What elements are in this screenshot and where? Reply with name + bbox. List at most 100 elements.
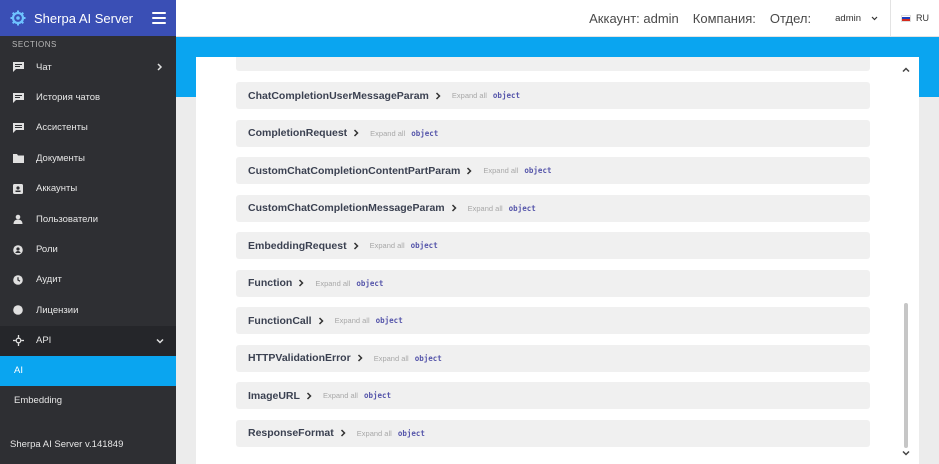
schema-type: object <box>508 203 536 213</box>
schema-row[interactable]: EmbeddingRequest Expand all object <box>236 232 870 259</box>
schema-type: object <box>411 128 439 138</box>
main-content: ChatCompletionUserMessageParam Expand al… <box>176 37 939 464</box>
schema-type: object <box>375 316 403 325</box>
expand-all-link[interactable]: Expand all <box>323 391 358 400</box>
folder-icon <box>12 152 24 164</box>
version-label: Sherpa AI Server v.141849 <box>10 439 124 450</box>
schema-row-partial <box>236 57 870 71</box>
sidebar-subitem-label: Embedding <box>14 395 63 407</box>
schema-name: ResponseFormat <box>248 427 334 439</box>
company-label: Компания: <box>692 10 756 26</box>
schema-type: object <box>524 166 552 175</box>
schema-name: CustomChatCompletionMessageParam <box>248 202 445 214</box>
scrollbar-thumb[interactable] <box>904 303 908 448</box>
chevron-right-icon <box>156 63 164 71</box>
sidebar-item-api[interactable]: API <box>0 325 176 356</box>
expand-all-link[interactable]: Expand all <box>370 241 405 250</box>
assistant-icon <box>12 122 24 134</box>
account-label: Аккаунт: admin <box>589 10 679 26</box>
top-header: Аккаунт: admin Компания: Отдел: admin RU <box>176 0 939 37</box>
chevron-right-icon <box>339 429 347 437</box>
chevron-right-icon <box>450 204 458 212</box>
expand-all-link[interactable]: Expand all <box>468 204 503 213</box>
language-selector[interactable]: RU <box>891 13 939 23</box>
chevron-right-icon <box>356 354 364 362</box>
role-icon <box>12 244 24 256</box>
sidebar-item-assistants[interactable]: Ассистенты <box>0 113 176 143</box>
schema-row[interactable]: ResponseFormat Expand all object <box>236 419 870 447</box>
sidebar-item-label: Чат <box>36 61 52 73</box>
schema-name: EmbeddingRequest <box>248 239 347 252</box>
schema-name: ChatCompletionUserMessageParam <box>248 89 429 102</box>
schema-name: FunctionCall <box>248 314 312 327</box>
schema-row[interactable]: ImageURL Expand all object <box>236 382 870 409</box>
sidebar-brand: Sherpa AI Server <box>0 0 176 36</box>
chevron-right-icon <box>305 391 313 400</box>
schema-row[interactable]: CompletionRequest Expand all object <box>236 119 870 147</box>
chevron-up-icon[interactable] <box>901 65 911 75</box>
sidebar-item-chat-history[interactable]: История чатов <box>0 82 176 112</box>
clock-icon <box>12 274 24 286</box>
chevron-down-icon <box>156 337 164 345</box>
schema-name: HTTPValidationError <box>248 352 351 364</box>
chevron-right-icon <box>317 316 325 325</box>
expand-all-link[interactable]: Expand all <box>335 316 370 325</box>
chevron-right-icon <box>352 241 360 250</box>
expand-all-link[interactable]: Expand all <box>452 91 487 100</box>
sidebar-item-documents[interactable]: Документы <box>0 143 176 173</box>
sections-label: SECTIONS <box>12 40 57 49</box>
schema-row[interactable]: CustomChatCompletionContentPartParam Exp… <box>236 157 870 184</box>
sidebar-item-label: История чатов <box>36 92 101 104</box>
sidebar: Sherpa AI Server SECTIONS Чат История ча… <box>0 0 176 464</box>
user-icon <box>12 213 24 225</box>
sidebar-item-chat[interactable]: Чат <box>0 52 176 82</box>
schema-type: object <box>363 391 392 400</box>
schemas-panel: ChatCompletionUserMessageParam Expand al… <box>196 57 919 464</box>
chevron-right-icon <box>352 129 360 137</box>
chat-icon <box>12 61 24 73</box>
language-code: RU <box>916 13 929 23</box>
sidebar-item-label: Аудит <box>36 274 62 286</box>
id-card-icon <box>12 183 24 195</box>
vertical-scrollbar[interactable] <box>895 57 919 464</box>
russian-flag-icon <box>901 14 911 22</box>
schema-name: ImageURL <box>248 389 300 402</box>
schema-row[interactable]: CustomChatCompletionMessageParam Expand … <box>236 194 870 222</box>
sidebar-nav: Чат История чатов Ассистенты Документы А… <box>0 52 176 356</box>
schema-row[interactable]: Function Expand all object <box>236 269 870 297</box>
sidebar-item-label: Пользователи <box>36 213 99 225</box>
schema-type: object <box>410 241 438 250</box>
expand-all-link[interactable]: Expand all <box>357 429 392 438</box>
sidebar-item-roles[interactable]: Роли <box>0 234 176 264</box>
chevron-right-icon <box>297 279 305 287</box>
hamburger-menu-icon[interactable] <box>152 12 166 24</box>
sidebar-item-label: Документы <box>36 152 85 164</box>
schema-row[interactable]: HTTPValidationError Expand all object <box>236 344 870 372</box>
chat-history-icon <box>12 92 24 104</box>
chevron-right-icon <box>434 91 442 100</box>
schema-name: CustomChatCompletionContentPartParam <box>248 164 461 177</box>
expand-all-link[interactable]: Expand all <box>483 166 518 175</box>
schema-row[interactable]: FunctionCall Expand all object <box>236 307 870 334</box>
chevron-right-icon <box>465 166 473 175</box>
schema-row[interactable]: ChatCompletionUserMessageParam Expand al… <box>236 82 870 109</box>
expand-all-link[interactable]: Expand all <box>315 279 350 288</box>
app-title: Sherpa AI Server <box>34 10 133 26</box>
chevron-down-icon[interactable] <box>901 448 911 458</box>
sidebar-item-licenses[interactable]: Лицензии <box>0 295 176 325</box>
sidebar-item-label: Лицензии <box>36 304 79 316</box>
user-name: admin <box>835 12 861 24</box>
sidebar-item-users[interactable]: Пользователи <box>0 204 176 234</box>
sidebar-subitem-ai[interactable]: AI <box>0 355 176 386</box>
expand-all-link[interactable]: Expand all <box>370 129 405 138</box>
sidebar-subitem-embedding[interactable]: Embedding <box>0 386 176 416</box>
expand-all-link[interactable]: Expand all <box>374 354 409 363</box>
sidebar-item-audit[interactable]: Аудит <box>0 265 176 295</box>
gear-logo-icon <box>10 10 26 26</box>
sidebar-item-accounts[interactable]: Аккаунты <box>0 174 176 204</box>
app-root: Sherpa AI Server SECTIONS Чат История ча… <box>0 0 939 464</box>
user-dropdown[interactable]: admin <box>835 13 878 24</box>
api-icon <box>12 335 24 347</box>
schema-type: object <box>356 278 384 288</box>
department-label: Отдел: <box>769 10 812 26</box>
